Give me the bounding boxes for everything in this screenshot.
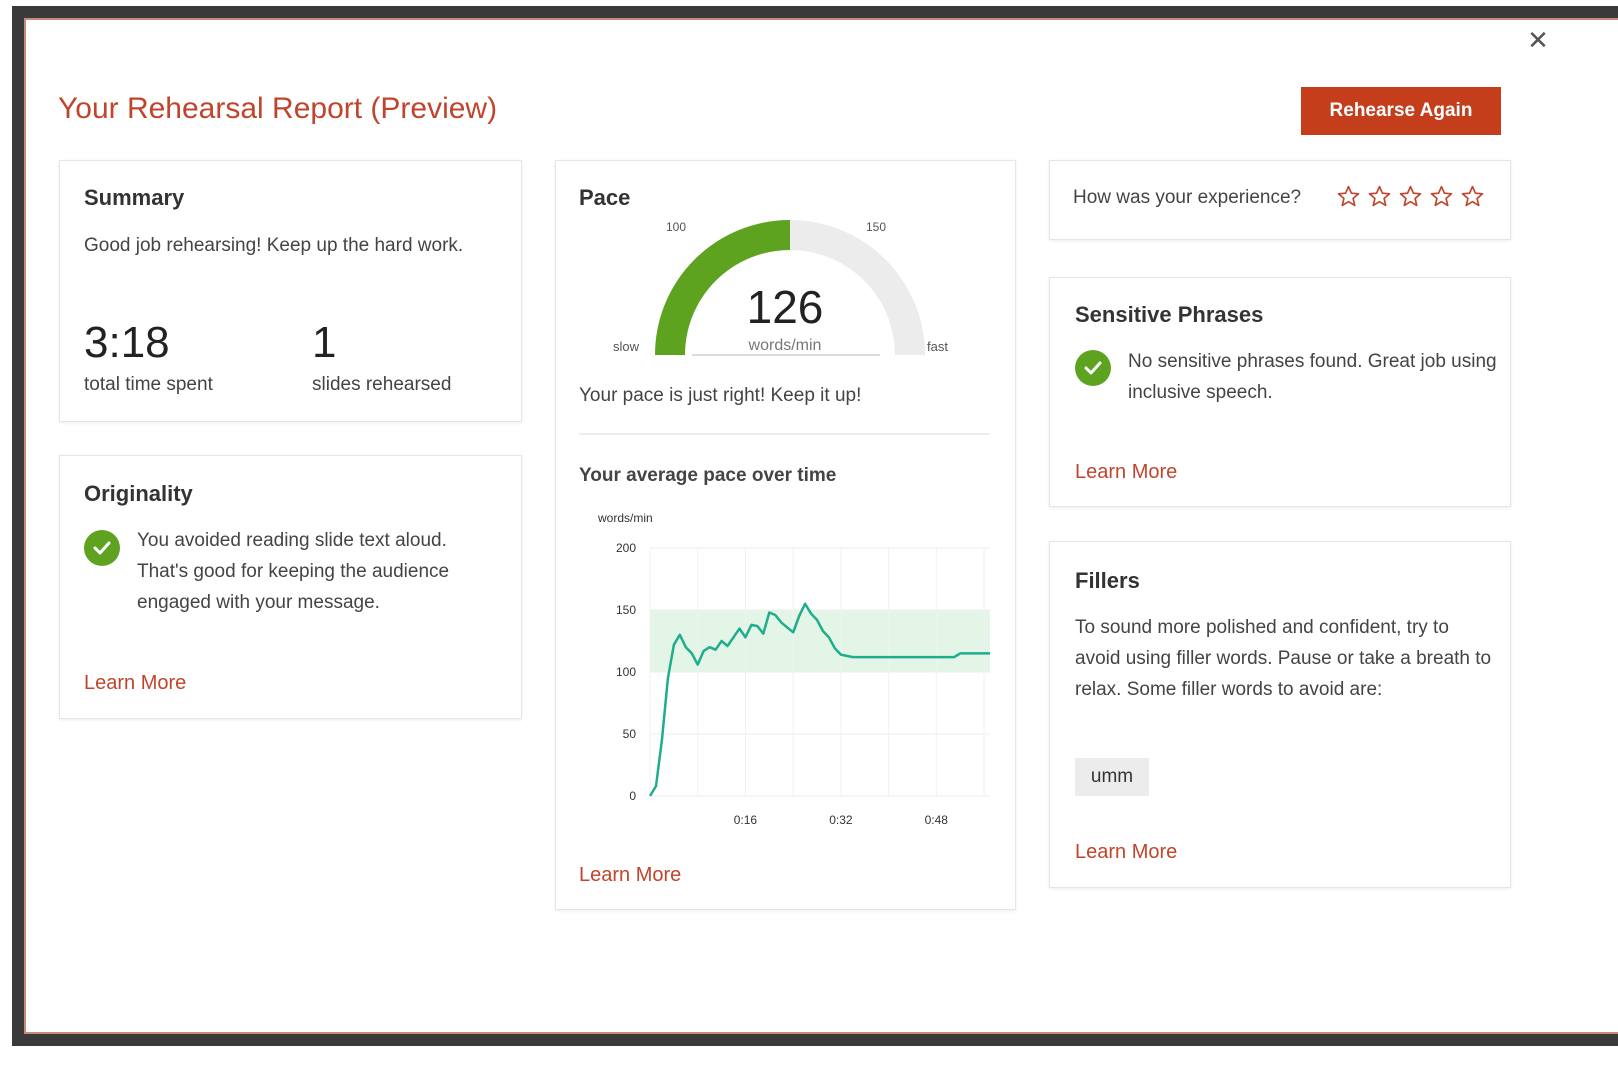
- fillers-heading: Fillers: [1075, 568, 1140, 594]
- star-outline-icon[interactable]: [1398, 184, 1423, 209]
- sensitive-phrases-heading: Sensitive Phrases: [1075, 302, 1264, 328]
- gauge-unit: words/min: [748, 337, 822, 354]
- x-tick-label: 0:32: [829, 813, 853, 827]
- x-tick-label: 0:16: [734, 813, 758, 827]
- slides-value: 1: [312, 318, 337, 367]
- star-outline-icon[interactable]: [1367, 184, 1392, 209]
- pace-learn-more-link[interactable]: Learn More: [579, 864, 681, 887]
- target-pace-band: [650, 610, 990, 672]
- sensitive-learn-more-link[interactable]: Learn More: [1075, 461, 1177, 484]
- y-tick-label: 50: [623, 727, 637, 741]
- close-icon[interactable]: ✕: [1524, 26, 1552, 54]
- rehearse-again-button[interactable]: Rehearse Again: [1301, 87, 1501, 135]
- star-outline-icon[interactable]: [1429, 184, 1454, 209]
- fillers-text: To sound more polished and confident, tr…: [1075, 617, 1492, 700]
- y-tick-label: 150: [616, 603, 636, 617]
- slides-label: slides rehearsed: [312, 374, 452, 395]
- total-time-value: 3:18: [84, 318, 170, 367]
- pace-heading: Pace: [579, 185, 631, 211]
- star-outline-icon[interactable]: [1336, 184, 1361, 209]
- gauge-tick-high: 150: [866, 220, 887, 234]
- summary-text: Good job rehearsing! Keep up the hard wo…: [84, 235, 464, 256]
- originality-heading: Originality: [84, 481, 193, 507]
- y-tick-label: 100: [616, 665, 636, 679]
- filler-word-chip: umm: [1075, 758, 1149, 796]
- pace-divider: [579, 433, 990, 435]
- gauge-fast-label: fast: [927, 339, 948, 354]
- y-tick-label: 200: [616, 541, 636, 555]
- star-outline-icon[interactable]: [1460, 184, 1485, 209]
- y-tick-label: 0: [629, 789, 636, 803]
- x-tick-label: 0:48: [925, 813, 949, 827]
- pace-message: Your pace is just right! Keep it up!: [579, 385, 862, 406]
- y-axis-label: words/min: [597, 511, 653, 525]
- fillers-learn-more-link[interactable]: Learn More: [1075, 841, 1177, 864]
- total-time-label: total time spent: [84, 374, 213, 395]
- pace-over-time-chart: words/min 200 150 100 50 0 0:16 0:32 0:48: [597, 511, 990, 827]
- check-icon: [84, 530, 120, 566]
- check-icon: [1075, 350, 1111, 386]
- summary-heading: Summary: [84, 185, 185, 211]
- gauge-slow-label: slow: [613, 339, 640, 354]
- experience-question: How was your experience?: [1073, 187, 1302, 208]
- page-title: Your Rehearsal Report (Preview): [58, 92, 498, 125]
- gauge-tick-low: 100: [666, 220, 687, 234]
- originality-text: You avoided reading slide text aloud. Th…: [137, 530, 450, 613]
- originality-learn-more-link[interactable]: Learn More: [84, 672, 186, 695]
- sensitive-phrases-text: No sensitive phrases found. Great job us…: [1128, 351, 1497, 403]
- pace-chart-title: Your average pace over time: [579, 465, 837, 486]
- gauge-value: 126: [746, 281, 824, 333]
- rating-stars: [1336, 184, 1485, 209]
